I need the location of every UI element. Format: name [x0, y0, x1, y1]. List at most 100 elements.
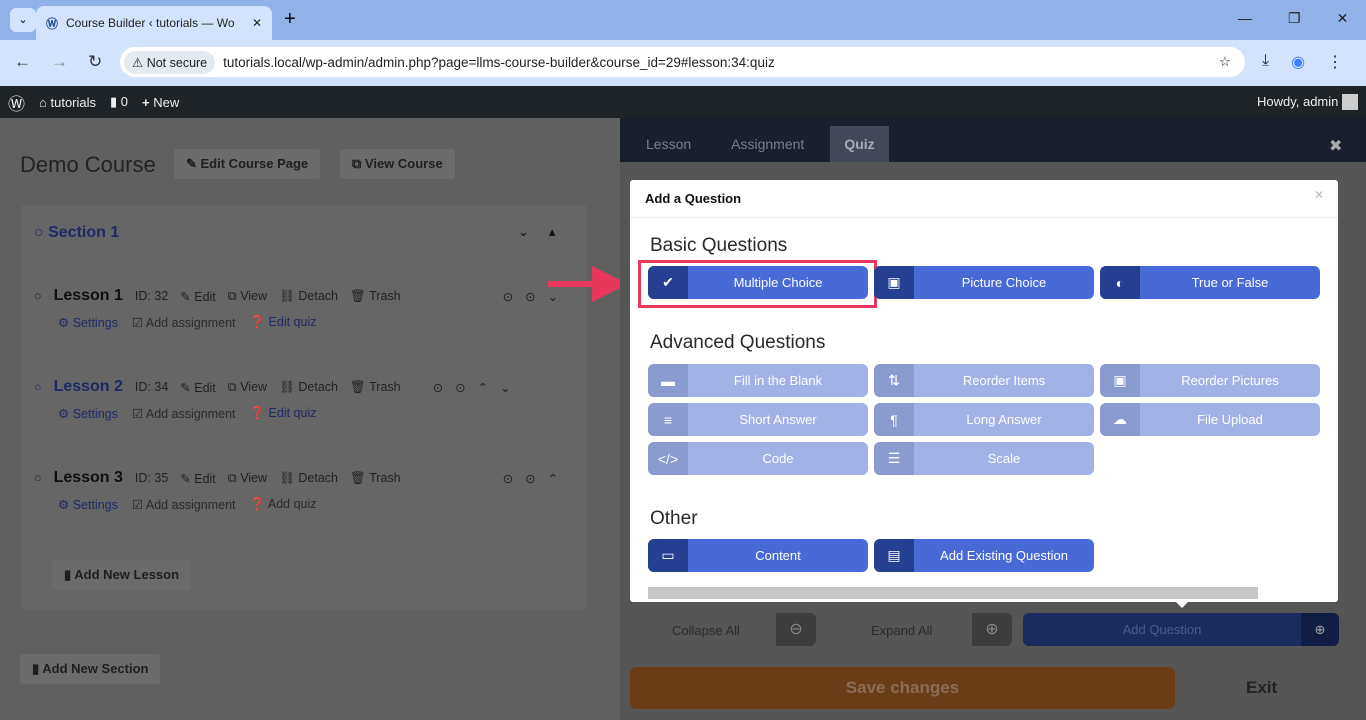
detach-link[interactable]: ⛓ Detach	[279, 380, 338, 395]
minimize-icon[interactable]: —	[1238, 10, 1252, 27]
view-link[interactable]: ⧉ View	[228, 380, 267, 395]
content-button[interactable]: ▭ Content	[648, 539, 868, 572]
forward-icon[interactable]: →	[51, 52, 68, 72]
long-answer-button[interactable]: ¶ Long Answer	[874, 403, 1094, 436]
scale-button[interactable]: ☰ Scale	[874, 442, 1094, 475]
trash-link[interactable]: 🗑 Trash	[350, 289, 401, 304]
tab-quiz[interactable]: Quiz	[830, 126, 889, 162]
collapse-icon[interactable]: ⌃	[548, 471, 558, 486]
detach-link[interactable]: ⛓ Detach	[279, 289, 338, 304]
reorder-items-button[interactable]: ⇅ Reorder Items	[874, 364, 1094, 397]
settings-link[interactable]: ⚙ Settings	[58, 497, 118, 512]
tab-list-button[interactable]: ⌄	[10, 8, 36, 32]
wordpress-icon: Ⓦ	[46, 16, 59, 31]
lesson-title[interactable]: Lesson 1	[54, 287, 123, 305]
download-icon[interactable]: ⤓	[1262, 52, 1269, 72]
expand-icon[interactable]: ⌄	[500, 380, 510, 395]
trash-link[interactable]: 🗑 Trash	[350, 471, 401, 486]
expand-all-label[interactable]: Expand All	[871, 623, 932, 638]
move-down-icon[interactable]: ⊙	[455, 380, 465, 395]
url-bar[interactable]: ⚠ Not secure tutorials.local/wp-admin/ad…	[120, 47, 1245, 77]
trash-link[interactable]: 🗑 Trash	[350, 380, 401, 395]
move-down-icon[interactable]: ⊙	[525, 289, 535, 304]
exit-button[interactable]: Exit	[1246, 678, 1277, 698]
expand-all-icon[interactable]: ⊕	[972, 613, 1012, 646]
add-question-button[interactable]: Add Question ⊕	[1023, 613, 1339, 646]
settings-link[interactable]: ⚙ Settings	[58, 406, 118, 421]
add-existing-question-button[interactable]: ▤ Add Existing Question	[874, 539, 1094, 572]
not-secure-badge[interactable]: ⚠ Not secure	[124, 50, 216, 74]
collapse-section-icon[interactable]: ⌄	[518, 224, 529, 240]
close-window-icon[interactable]: ✕	[1337, 10, 1349, 27]
add-assignment-link[interactable]: ☑ Add assignment	[132, 315, 236, 330]
tab-lesson[interactable]: Lesson	[632, 126, 705, 162]
add-new-section-button[interactable]: ▮ Add New Section	[20, 654, 161, 684]
move-up-icon[interactable]: ⊙	[503, 471, 513, 486]
picture-choice-button[interactable]: ▣ Picture Choice	[874, 266, 1094, 299]
panel-tabs: Lesson Assignment Quiz	[620, 118, 1366, 162]
reorder-pictures-button[interactable]: ▣ Reorder Pictures	[1100, 364, 1320, 397]
true-or-false-button[interactable]: ◐ True or False	[1100, 266, 1320, 299]
comments-link[interactable]: ▮ 0	[110, 94, 128, 110]
cloud-upload-icon: ☁	[1100, 403, 1140, 436]
lesson-2: ○ Lesson 2 ID: 34 ✎ Edit ⧉ View ⛓ Detach 🗑 Tra…	[34, 378, 511, 421]
extension-icon[interactable]: ◉	[1291, 52, 1305, 72]
edit-link[interactable]: ✎ Edit	[180, 471, 216, 486]
multiple-choice-button[interactable]: ✔ Multiple Choice	[648, 266, 868, 299]
edit-course-page-button[interactable]: ✎ Edit Course Page	[174, 149, 321, 179]
section-up-icon[interactable]: ▴	[549, 224, 556, 240]
move-down-icon[interactable]: ⊙	[525, 471, 535, 486]
browser-tab[interactable]: Ⓦ Course Builder ‹ tutorials — Wo ✕	[36, 6, 272, 40]
edit-quiz-link[interactable]: ❓ Edit quiz	[250, 315, 317, 330]
basic-questions-heading: Basic Questions	[650, 235, 788, 256]
view-link[interactable]: ⧉ View	[228, 471, 267, 486]
section-title[interactable]: ○ Section 1	[34, 224, 119, 242]
detach-link[interactable]: ⛓ Detach	[279, 471, 338, 486]
new-tab-button[interactable]: +	[284, 8, 296, 31]
star-icon[interactable]: ☆	[1219, 54, 1231, 70]
lesson-title[interactable]: Lesson 2	[54, 378, 123, 396]
back-icon[interactable]: ←	[14, 52, 31, 72]
view-link[interactable]: ⧉ View	[228, 289, 267, 304]
view-course-button[interactable]: ⧉ View Course	[340, 149, 455, 179]
horizontal-scrollbar[interactable]	[648, 587, 1258, 599]
close-tab-icon[interactable]: ✕	[252, 16, 262, 30]
move-up-icon[interactable]: ⊙	[433, 380, 443, 395]
lesson-3: ○ Lesson 3 ID: 35 ✎ Edit ⧉ View ⛓ Detach 🗑 Tra…	[34, 469, 558, 512]
lesson-title[interactable]: Lesson 3	[54, 469, 123, 487]
edit-quiz-link[interactable]: ❓ Edit quiz	[250, 406, 317, 421]
maximize-icon[interactable]: ❐	[1288, 10, 1301, 27]
settings-link[interactable]: ⚙ Settings	[58, 315, 118, 330]
avatar	[1342, 94, 1358, 111]
window-icon: ▭	[648, 539, 688, 572]
collapse-icon[interactable]: ⌃	[478, 380, 488, 395]
move-up-icon[interactable]: ⊙	[503, 289, 513, 304]
fill-in-the-blank-button[interactable]: ▬ Fill in the Blank	[648, 364, 868, 397]
edit-link[interactable]: ✎ Edit	[180, 289, 216, 304]
toggle-icon: ◐	[1100, 266, 1140, 299]
tab-assignment[interactable]: Assignment	[717, 126, 818, 162]
add-assignment-link[interactable]: ☑ Add assignment	[132, 497, 236, 512]
new-link[interactable]: + New	[142, 95, 179, 110]
close-modal-icon[interactable]: ✕	[1314, 188, 1324, 202]
code-button[interactable]: </> Code	[648, 442, 868, 475]
collapse-all-icon[interactable]: ⊖	[776, 613, 816, 646]
site-link[interactable]: ⌂ tutorials	[39, 95, 96, 110]
file-upload-button[interactable]: ☁ File Upload	[1100, 403, 1320, 436]
short-answer-button[interactable]: ≡ Short Answer	[648, 403, 868, 436]
plus-circle-icon: ⊕	[1301, 613, 1339, 646]
close-panel-icon[interactable]: ✖	[1329, 136, 1342, 156]
wordpress-logo-icon[interactable]: Ⓦ	[8, 90, 25, 115]
add-new-lesson-button[interactable]: ▮ Add New Lesson	[52, 560, 192, 590]
lesson-status-icon: ○	[34, 289, 42, 303]
menu-icon[interactable]: ⋮	[1327, 52, 1343, 72]
add-assignment-link[interactable]: ☑ Add assignment	[132, 406, 236, 421]
collapse-all-label[interactable]: Collapse All	[672, 623, 740, 638]
highlight-arrow	[548, 266, 628, 302]
add-quiz-link[interactable]: ❓ Add quiz	[250, 497, 317, 512]
howdy-link[interactable]: Howdy, admin	[1257, 94, 1358, 111]
save-changes-button[interactable]: Save changes	[630, 667, 1175, 709]
reload-icon[interactable]: ↻	[88, 52, 102, 72]
edit-link[interactable]: ✎ Edit	[180, 380, 216, 395]
other-heading: Other	[650, 508, 698, 529]
